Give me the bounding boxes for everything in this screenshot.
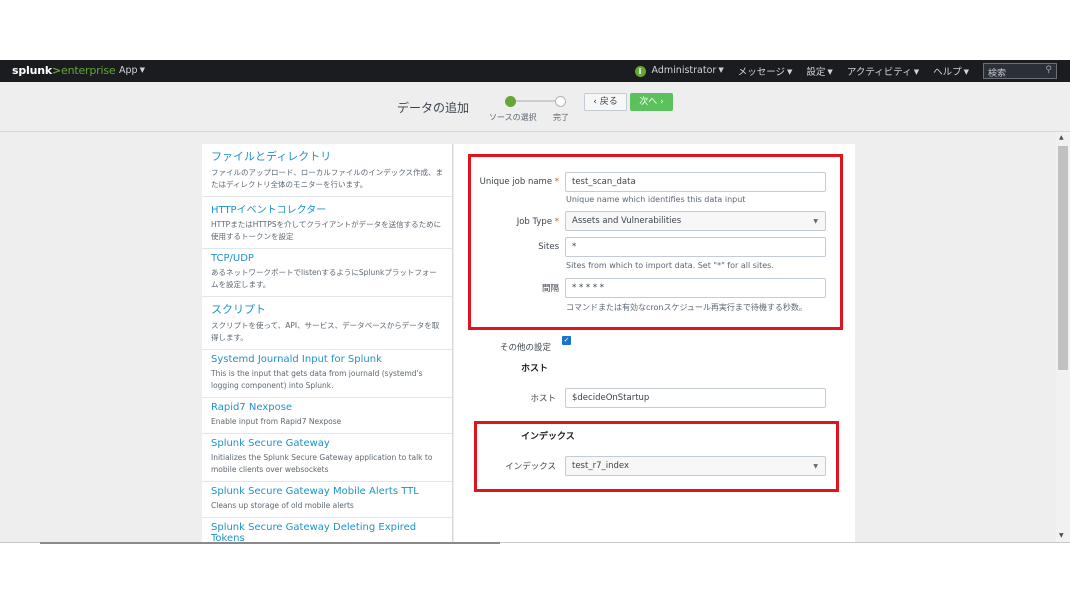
other-settings-label: その他の設定 bbox=[499, 343, 551, 353]
list-item[interactable]: Splunk Secure Gateway Initializes the Sp… bbox=[202, 434, 452, 482]
settings-menu[interactable]: 設定 ▼ bbox=[806, 64, 832, 78]
list-item[interactable]: Splunk Secure Gateway Mobile Alerts TTL … bbox=[202, 482, 452, 518]
source-title[interactable]: Systemd Journald Input for Splunk bbox=[211, 354, 443, 365]
source-description: ファイルのアップロード、ローカルファイルのインデックス作成、またはディレクトリ全… bbox=[211, 168, 443, 189]
list-item[interactable]: HTTPイベントコレクター HTTPまたはHTTPSを介してクライアントがデータ… bbox=[202, 197, 452, 249]
highlight-box-input-settings bbox=[468, 154, 843, 330]
data-source-list: ファイルとディレクトリ ファイルのアップロード、ローカルファイルのインデックス作… bbox=[202, 144, 453, 542]
info-icon: i bbox=[634, 66, 646, 77]
source-description: This is the input that gets data from jo… bbox=[211, 369, 423, 390]
activity-menu[interactable]: アクティビティ ▼ bbox=[847, 64, 919, 78]
page-title: データの追加 bbox=[397, 101, 470, 115]
scrollbar-thumb[interactable] bbox=[1058, 146, 1068, 370]
source-title[interactable]: Splunk Secure Gateway Mobile Alerts TTL bbox=[211, 486, 443, 497]
list-item[interactable]: Splunk Secure Gateway Deleting Expired T… bbox=[202, 518, 452, 542]
host-input[interactable]: $decideOnStartup bbox=[565, 388, 826, 408]
list-item[interactable]: ファイルとディレクトリ ファイルのアップロード、ローカルファイルのインデックス作… bbox=[202, 144, 452, 197]
source-description: Enable input from Rapid7 Nexpose bbox=[211, 417, 342, 426]
host-label: ホスト bbox=[530, 394, 556, 404]
source-title[interactable]: Splunk Secure Gateway Deleting Expired T… bbox=[211, 522, 443, 542]
source-title[interactable]: ファイルとディレクトリ bbox=[211, 148, 443, 164]
app-menu[interactable]: App ▼ bbox=[119, 65, 145, 76]
user-menu[interactable]: i Administrator ▼ bbox=[634, 65, 724, 77]
step-select-source-label: ソースの選択 bbox=[489, 113, 537, 122]
wizard-step-bar: データの追加 ソースの選択 完了 bbox=[0, 82, 1070, 132]
back-button[interactable]: ‹ 戻る bbox=[584, 93, 627, 111]
caret-down-icon: ▼ bbox=[139, 66, 145, 74]
search-input[interactable]: 検索 ⚲ bbox=[983, 63, 1057, 79]
step-done-label: 完了 bbox=[553, 113, 569, 122]
host-section-heading: ホスト bbox=[521, 364, 549, 374]
other-settings-checkbox[interactable]: ✓ bbox=[562, 336, 571, 345]
source-description: Cleans up storage of old mobile alerts bbox=[211, 501, 354, 510]
next-button[interactable]: 次へ › bbox=[630, 93, 673, 111]
source-description: HTTPまたはHTTPSを介してクライアントがデータを送信するために使用するトー… bbox=[211, 220, 442, 241]
caret-down-icon: ▼ bbox=[963, 68, 969, 76]
caret-down-icon: ▼ bbox=[913, 68, 920, 76]
step-done-indicator bbox=[555, 96, 566, 107]
scroll-up-icon[interactable]: ▲ bbox=[1059, 134, 1064, 141]
source-description: Initializes the Splunk Secure Gateway ap… bbox=[211, 453, 433, 474]
splunk-enterprise-logo[interactable]: splunk>enterprise bbox=[12, 64, 116, 77]
highlight-box-index bbox=[474, 421, 839, 492]
top-navigation-bar: splunk>enterprise App ▼ i Administrator ▼ メ… bbox=[0, 60, 1070, 82]
source-title[interactable]: Rapid7 Nexpose bbox=[211, 402, 443, 413]
step-select-source-indicator bbox=[505, 96, 516, 107]
list-item[interactable]: スクリプト スクリプトを使って、API、サービス、データベースからデータを取得し… bbox=[202, 297, 452, 350]
source-title[interactable]: HTTPイベントコレクター bbox=[211, 201, 443, 216]
help-menu[interactable]: ヘルプ ▼ bbox=[933, 64, 969, 78]
source-title[interactable]: スクリプト bbox=[211, 301, 443, 317]
horizontal-scrollbar-thumb[interactable] bbox=[40, 542, 500, 544]
caret-down-icon: ▼ bbox=[787, 68, 793, 76]
messages-menu[interactable]: メッセージ ▼ bbox=[738, 64, 793, 78]
source-title[interactable]: TCP/UDP bbox=[211, 253, 443, 264]
scroll-down-icon[interactable]: ▼ bbox=[1059, 532, 1064, 539]
source-title[interactable]: Splunk Secure Gateway bbox=[211, 438, 443, 449]
caret-down-icon: ▼ bbox=[718, 66, 724, 74]
list-item[interactable]: Rapid7 Nexpose Enable input from Rapid7 … bbox=[202, 398, 452, 434]
source-description: あるネットワークポートでlistenするようにSplunkプラットフォームを設定… bbox=[211, 268, 437, 289]
search-icon: ⚲ bbox=[1045, 65, 1052, 75]
list-item[interactable]: Systemd Journald Input for Splunk This i… bbox=[202, 350, 452, 398]
source-description: スクリプトを使って、API、サービス、データベースからデータを取得します。 bbox=[211, 321, 440, 342]
list-item[interactable]: TCP/UDP あるネットワークポートでlistenするようにSplunkプラッ… bbox=[202, 249, 452, 297]
step-track bbox=[510, 100, 560, 102]
caret-down-icon: ▼ bbox=[827, 68, 833, 76]
